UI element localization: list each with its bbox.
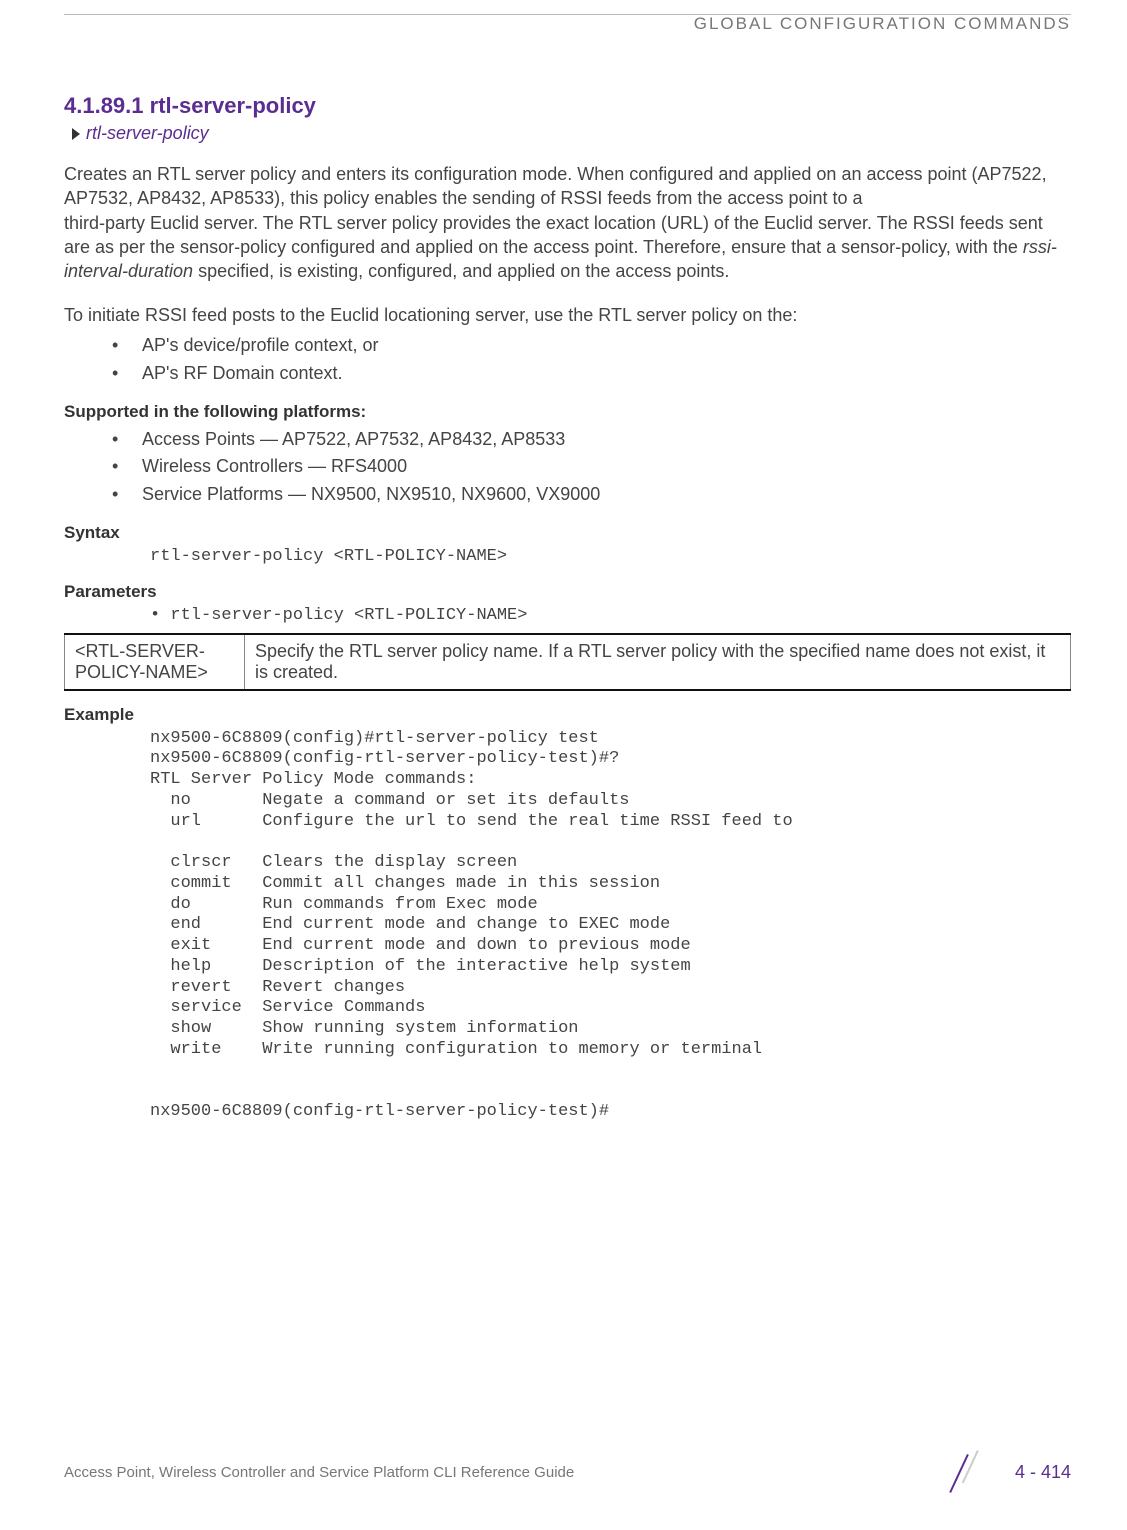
- caret-right-icon: [72, 128, 80, 140]
- page: GLOBAL CONFIGURATION COMMANDS 4.1.89.1 r…: [0, 14, 1127, 1530]
- page-footer: Access Point, Wireless Controller and Se…: [64, 1454, 1071, 1490]
- param-table: <RTL-SERVER-POLICY-NAME> Specify the RTL…: [64, 633, 1071, 691]
- list-item: Service Platforms — NX9500, NX9510, NX96…: [112, 481, 1071, 509]
- slash-ornament-icon: [967, 1454, 1003, 1490]
- list-item: AP's device/profile context, or: [112, 332, 1071, 360]
- section-title: 4.1.89.1 rtl-server-policy: [64, 93, 1071, 119]
- para2: To initiate RSSI feed posts to the Eucli…: [64, 303, 1071, 327]
- parameters-heading: Parameters: [64, 582, 1071, 602]
- content: 4.1.89.1 rtl-server-policy rtl-server-po…: [64, 15, 1071, 1123]
- param-desc: Specify the RTL server policy name. If a…: [245, 634, 1071, 690]
- breadcrumb-label: rtl-server-policy: [86, 123, 209, 144]
- page-number: 4 - 414: [1015, 1462, 1071, 1483]
- para1b: third-party Euclid server. The RTL serve…: [64, 213, 1043, 257]
- breadcrumb: rtl-server-policy: [72, 123, 1071, 144]
- supported-heading: Supported in the following platforms:: [64, 402, 1071, 422]
- footer-doc-title: Access Point, Wireless Controller and Se…: [64, 1464, 574, 1481]
- example-code: nx9500-6C8809(config)#rtl-server-policy …: [64, 729, 1071, 1123]
- syntax-heading: Syntax: [64, 523, 1071, 543]
- para1a: Creates an RTL server policy and enters …: [64, 164, 1047, 208]
- list-item: Wireless Controllers — RFS4000: [112, 453, 1071, 481]
- syntax-code: rtl-server-policy <RTL-POLICY-NAME>: [64, 547, 1071, 568]
- page-number-box: 4 - 414: [967, 1454, 1071, 1490]
- running-header: GLOBAL CONFIGURATION COMMANDS: [694, 14, 1071, 34]
- supported-list: Access Points — AP7522, AP7532, AP8432, …: [64, 426, 1071, 510]
- list-item: AP's RF Domain context.: [112, 360, 1071, 388]
- example-heading: Example: [64, 705, 1071, 725]
- para1c: specified, is existing, configured, and …: [193, 261, 729, 281]
- context-list: AP's device/profile context, or AP's RF …: [64, 332, 1071, 388]
- list-item: Access Points — AP7522, AP7532, AP8432, …: [112, 426, 1071, 454]
- param-key: <RTL-SERVER-POLICY-NAME>: [65, 634, 245, 690]
- intro-paragraph: Creates an RTL server policy and enters …: [64, 162, 1071, 283]
- table-row: <RTL-SERVER-POLICY-NAME> Specify the RTL…: [65, 634, 1071, 690]
- params-leadin: • rtl-server-policy <RTL-POLICY-NAME>: [64, 606, 1071, 627]
